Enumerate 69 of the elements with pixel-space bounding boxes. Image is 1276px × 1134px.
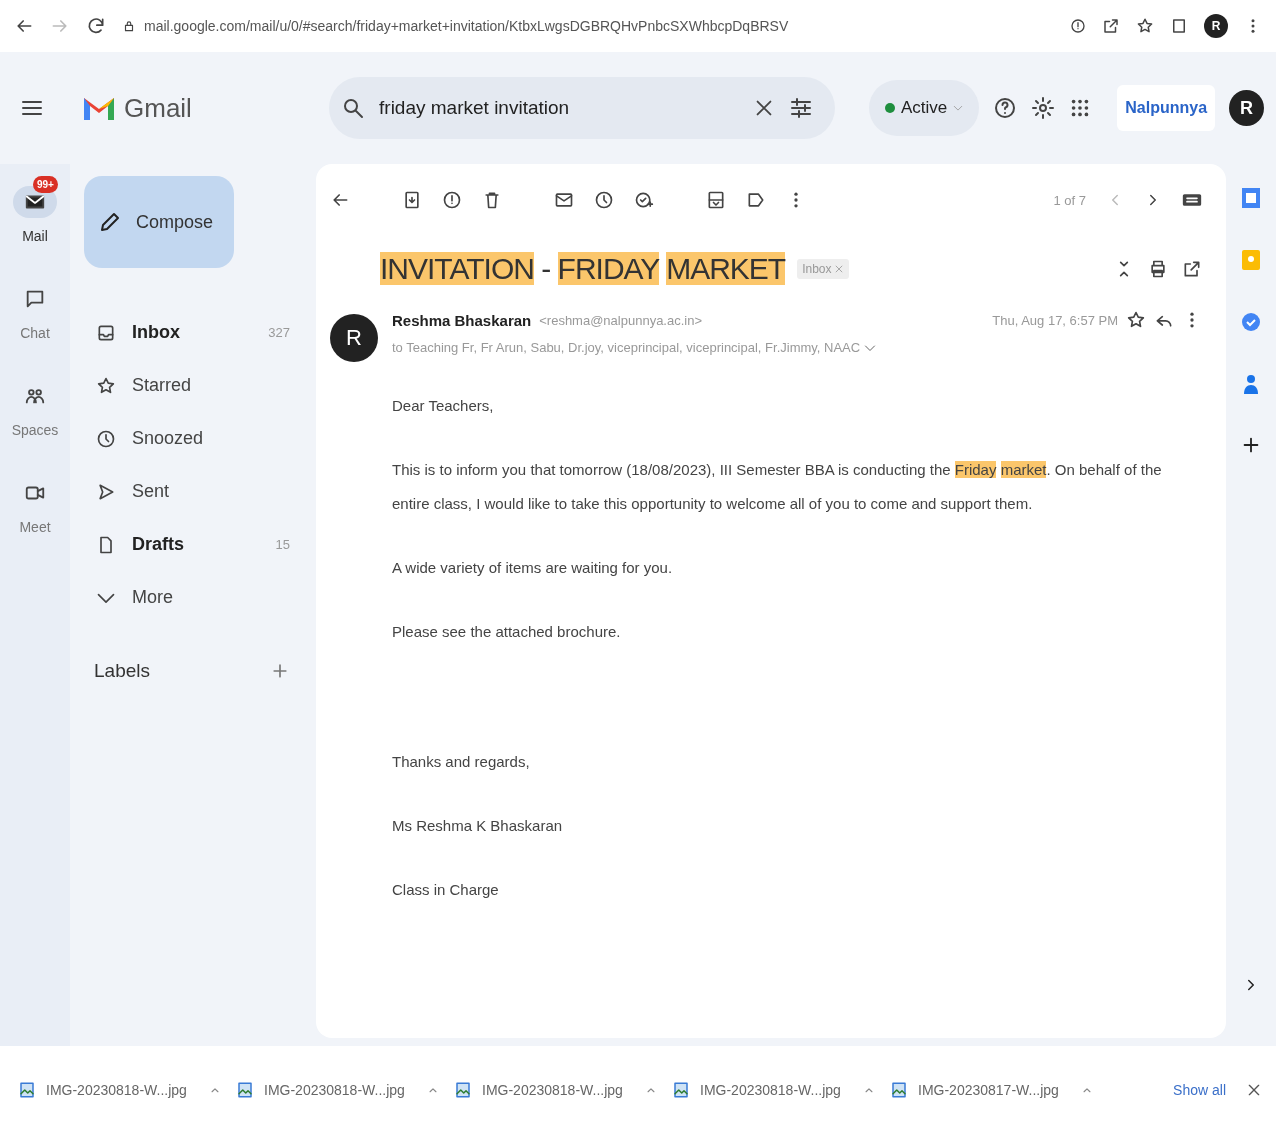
archive-icon[interactable] — [402, 190, 422, 210]
email-date: Thu, Aug 17, 6:57 PM — [992, 312, 1118, 328]
lock-icon — [122, 19, 136, 33]
pager-text: 1 of 7 — [1053, 192, 1086, 208]
url-text[interactable]: mail.google.com/mail/u/0/#search/friday+market+invitation/KtbxLwgsDGBRQHvPnbcSXWhbcpDqBRSV — [144, 18, 789, 34]
download-item[interactable]: IMG-20230818-W...jpg — [18, 1073, 222, 1107]
sidebar-icon[interactable] — [1170, 17, 1188, 35]
image-file-icon — [236, 1081, 254, 1099]
recipients-text: to Teaching Fr, Fr Arun, Sabu, Dr.joy, viceprincipal, viceprincipal, Fr.Jimmy, NAAC — [392, 340, 861, 355]
rail-item[interactable]: 99+ Mail — [7, 176, 63, 245]
body-paragraph: Ms Reshma K Bhaskaran — [392, 816, 564, 836]
nav-item[interactable]: Snoozed — [70, 412, 314, 465]
body-paragraph: Thanks and regards, — [392, 752, 531, 772]
report-icon[interactable] — [442, 190, 462, 210]
image-file-icon — [890, 1081, 908, 1099]
search-icon[interactable] — [341, 96, 366, 120]
star-icon[interactable] — [1136, 17, 1154, 35]
sender-email: <reshma@nalpunnya.ac.in> — [539, 312, 703, 328]
star-icon — [96, 375, 116, 396]
label-icon[interactable] — [746, 190, 766, 210]
nav-item[interactable]: More — [70, 571, 314, 624]
search-field[interactable]: friday market invitation — [329, 77, 835, 139]
download-item[interactable]: IMG-20230818-W...jpg — [236, 1073, 440, 1107]
status-button[interactable]: Active — [868, 80, 980, 136]
chat-icon — [24, 288, 46, 310]
print-icon[interactable] — [1148, 259, 1168, 279]
nav-item[interactable]: Inbox 327 — [70, 306, 314, 359]
unread-badge: 99+ — [33, 176, 58, 193]
body-paragraph: Dear Teachers, — [392, 396, 495, 416]
close-icon[interactable] — [1246, 1082, 1262, 1098]
org-logo[interactable]: Nalpunnya — [1117, 85, 1216, 131]
popout-icon[interactable] — [1182, 259, 1202, 279]
image-file-icon — [672, 1081, 690, 1099]
rail-item[interactable]: Meet — [7, 467, 63, 536]
clock-icon[interactable] — [594, 190, 614, 210]
sender-name: Reshma Bhaskaran — [392, 311, 532, 329]
image-file-icon — [454, 1081, 472, 1099]
body-paragraph: Class in Charge — [392, 880, 500, 900]
envelope-icon[interactable] — [554, 190, 574, 210]
clock-icon — [96, 428, 116, 449]
rail-item[interactable]: Chat — [7, 273, 63, 342]
account-avatar[interactable]: R — [1229, 90, 1264, 126]
caret-icon — [953, 103, 964, 113]
nav-item[interactable]: Sent — [70, 465, 314, 518]
compose-button[interactable]: Compose — [84, 176, 234, 268]
filter-icon[interactable] — [788, 96, 813, 120]
star-icon[interactable] — [1126, 310, 1146, 330]
labels-heading: Labels — [94, 660, 150, 682]
show-all-link[interactable]: Show all — [1167, 1081, 1232, 1099]
body-paragraph: A wide variety of items are waiting for you. — [392, 558, 674, 578]
help-icon[interactable] — [993, 96, 1018, 120]
nav-item[interactable]: Drafts 15 — [70, 518, 314, 571]
move-icon[interactable] — [706, 190, 726, 210]
download-item[interactable]: IMG-20230818-W...jpg — [454, 1073, 658, 1107]
settings-icon[interactable] — [1031, 96, 1056, 120]
nav-item[interactable]: Starred — [70, 359, 314, 412]
download-item[interactable]: IMG-20230818-W...jpg — [672, 1073, 876, 1107]
app-name: Gmail — [124, 92, 192, 124]
profile-avatar[interactable]: R — [1204, 14, 1228, 38]
check-icon[interactable] — [1240, 310, 1262, 334]
reload-icon[interactable] — [86, 16, 106, 36]
download-item[interactable]: IMG-20230817-W...jpg — [890, 1073, 1094, 1107]
sender-avatar: R — [330, 314, 378, 362]
rail-item[interactable]: Spaces — [5, 370, 65, 439]
image-file-icon — [18, 1081, 36, 1099]
body-paragraph: Please see the attached brochure. — [392, 622, 622, 642]
add-task-icon[interactable] — [634, 190, 654, 210]
pencil-icon — [98, 210, 122, 234]
share-icon[interactable] — [1102, 17, 1120, 35]
